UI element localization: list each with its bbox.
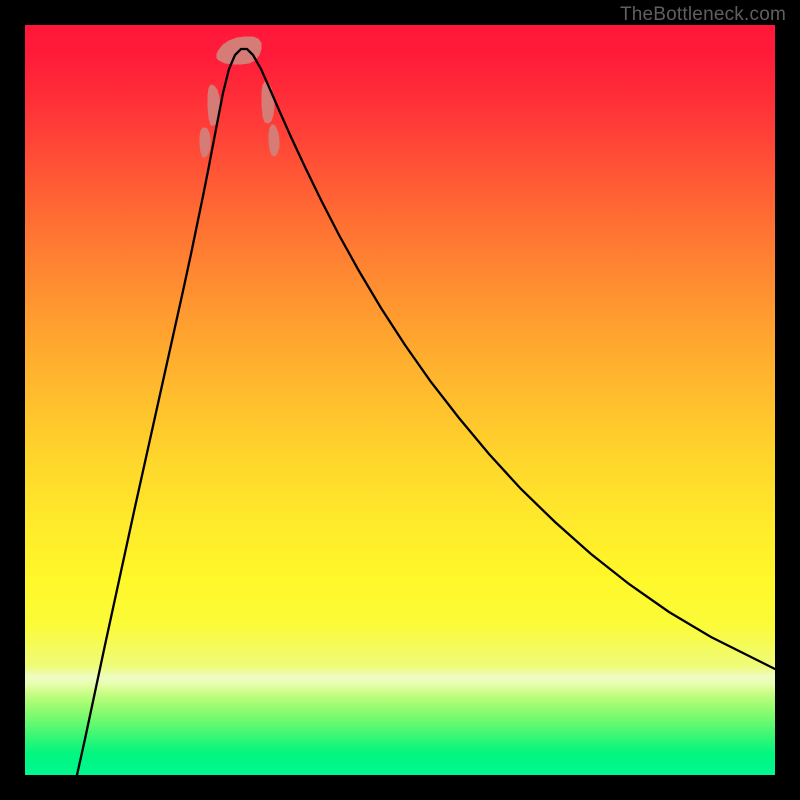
- blob-5: [269, 125, 279, 156]
- chart-frame: TheBottleneck.com: [0, 0, 800, 800]
- blob-1: [200, 128, 210, 157]
- data-point-blobs: [200, 37, 279, 157]
- bottleneck-curve-path: [77, 49, 775, 775]
- watermark-text: TheBottleneck.com: [620, 4, 786, 26]
- plot-area: [25, 25, 775, 775]
- blob-4: [262, 82, 274, 123]
- chart-svg: [25, 25, 775, 775]
